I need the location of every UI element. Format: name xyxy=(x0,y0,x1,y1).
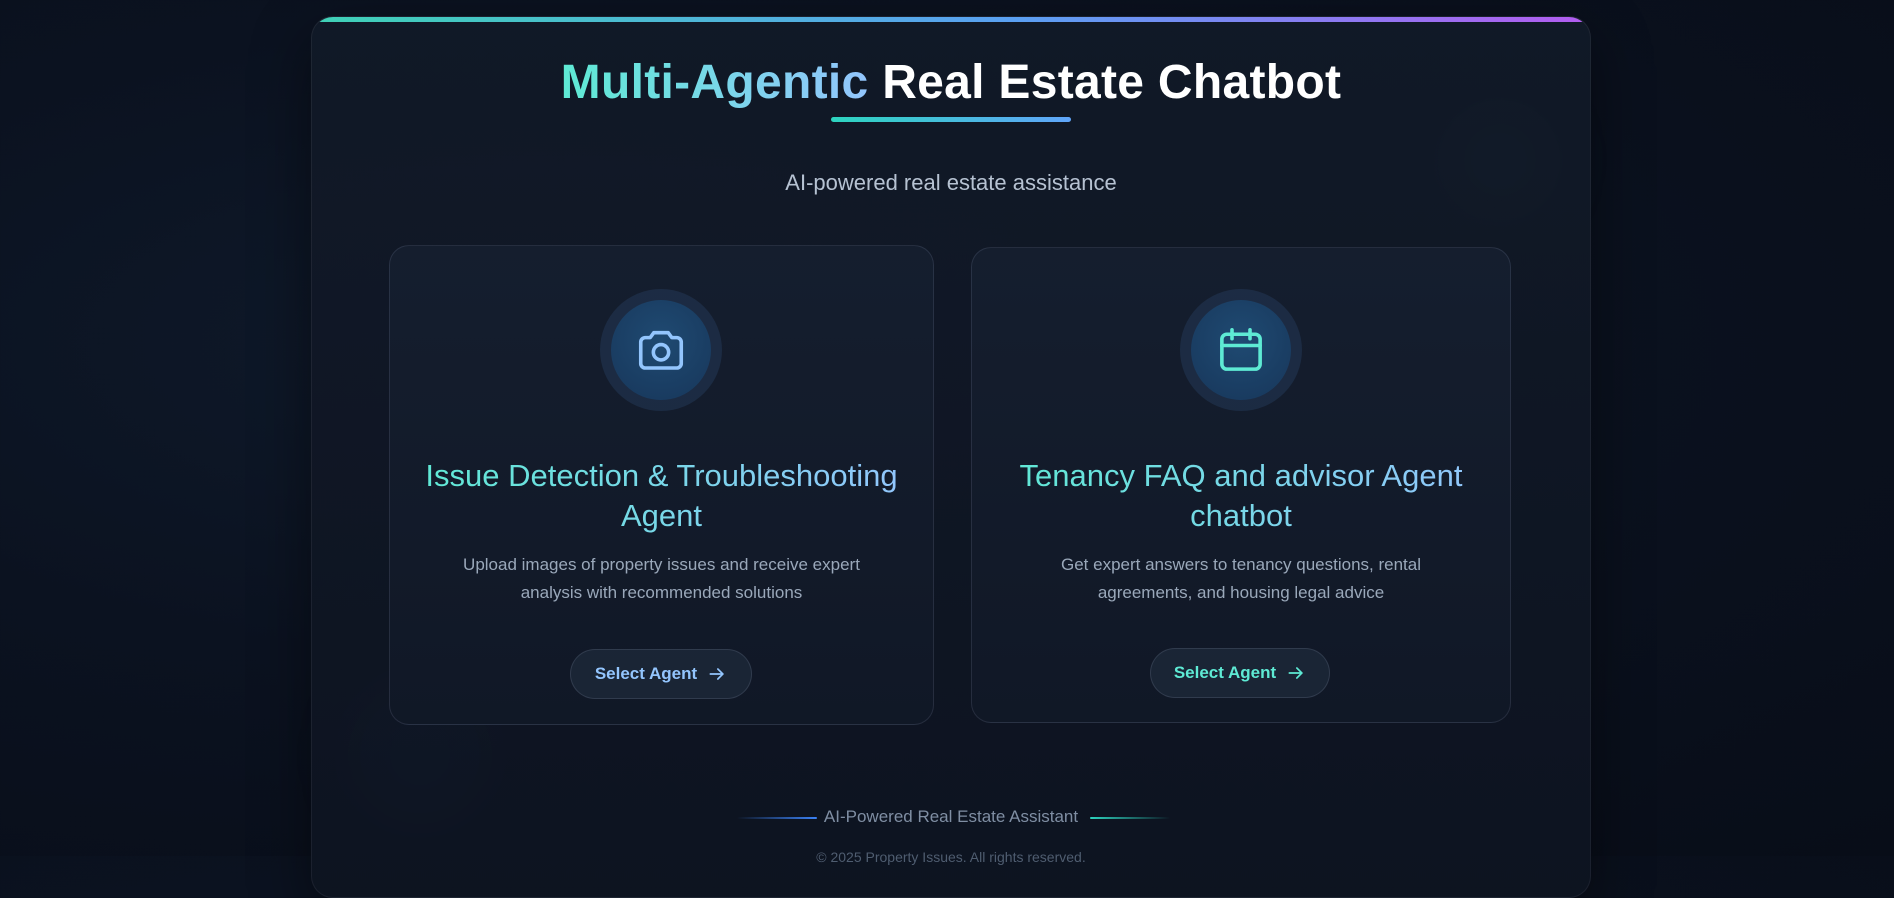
agent-card-issue-detection: Issue Detection & Troubleshooting Agent … xyxy=(389,245,934,725)
main-panel: Multi-Agentic Real Estate Chatbot AI-pow… xyxy=(311,16,1591,898)
arrow-right-icon xyxy=(709,668,724,680)
select-agent-label: Select Agent xyxy=(594,664,698,683)
page-title-rest: Real Estate Chatbot xyxy=(882,56,1342,109)
title-underline xyxy=(831,117,1071,122)
calendar-icon xyxy=(1220,327,1262,371)
agent-card-description: Upload images of property issues and rec… xyxy=(463,555,860,602)
page-title-accent: Multi-Agentic xyxy=(560,56,869,109)
gradient-top-bar xyxy=(312,17,1590,22)
agent-card-tenancy-faq: Tenancy FAQ and advisor Agent chatbot Ge… xyxy=(971,247,1511,723)
agent-card-title: Issue Detection & Troubleshooting Agent xyxy=(410,456,913,536)
select-agent-button[interactable]: Select Agent xyxy=(1150,648,1330,698)
footer-tagline: AI-Powered Real Estate Assistant xyxy=(823,807,1079,826)
select-agent-label: Select Agent xyxy=(1173,663,1277,682)
agent-card-description: Get expert answers to tenancy questions,… xyxy=(1060,555,1422,602)
camera-icon xyxy=(638,330,684,370)
arrow-right-icon xyxy=(1288,667,1303,679)
agent-icon-badge xyxy=(600,289,722,411)
footer-divider-right xyxy=(1090,817,1170,819)
agent-card-title: Tenancy FAQ and advisor Agent chatbot xyxy=(992,456,1490,536)
footer-copyright: © 2025 Property Issues. All rights reser… xyxy=(816,849,1086,865)
agent-icon-badge xyxy=(1180,289,1302,411)
page-subtitle: AI-powered real estate assistance xyxy=(785,170,1117,195)
page-title: Multi-Agentic Real Estate Chatbot xyxy=(312,55,1590,110)
select-agent-button[interactable]: Select Agent xyxy=(570,649,752,699)
